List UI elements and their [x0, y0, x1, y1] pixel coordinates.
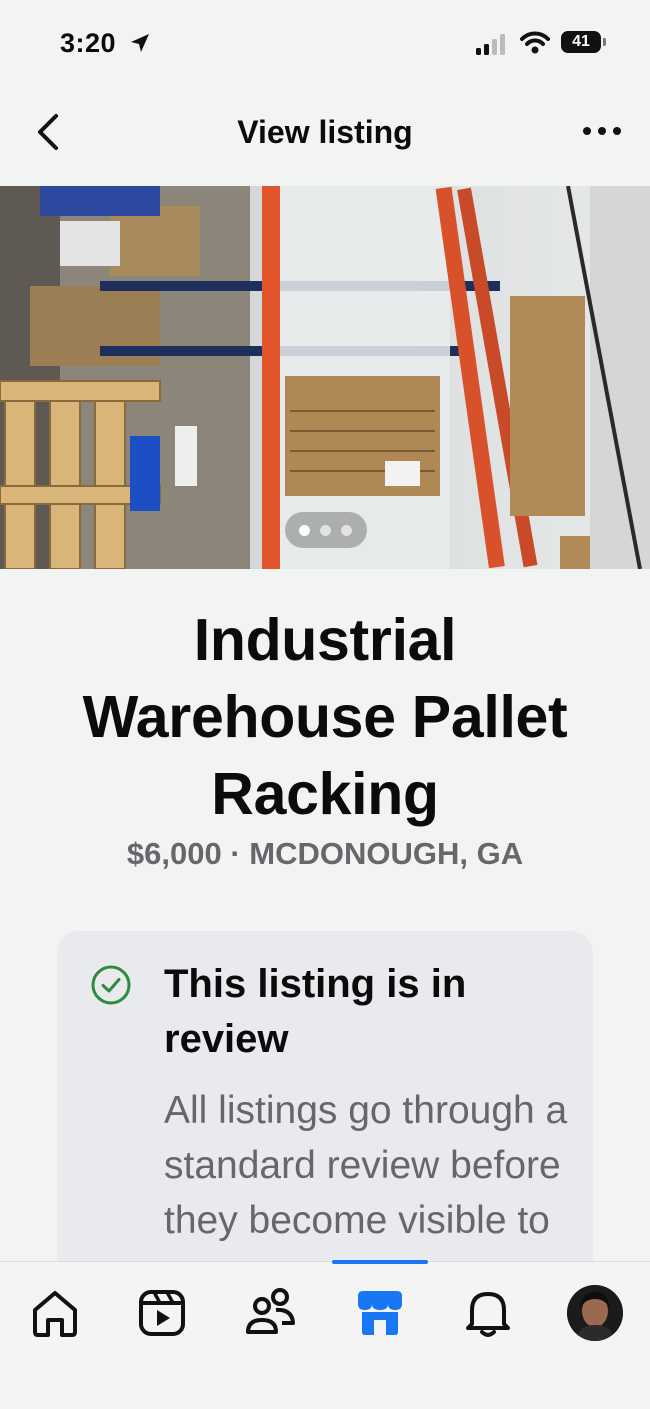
active-tab-indicator [332, 1260, 428, 1264]
wifi-icon [520, 31, 550, 54]
review-heading: This listing is in review [164, 962, 467, 1061]
profile-avatar[interactable] [567, 1285, 623, 1341]
listing-price-location: $6,000 · MCDONOUGH, GA [126, 836, 524, 871]
battery-cap [603, 38, 606, 46]
friends-icon[interactable] [240, 1282, 300, 1342]
battery-icon: 41 [561, 31, 601, 53]
home-icon[interactable] [25, 1282, 85, 1342]
status-time: 3:20 [60, 28, 117, 58]
location-arrow-icon [131, 34, 149, 52]
page-title: View listing [237, 114, 413, 150]
listing-photo[interactable] [0, 186, 650, 569]
more-options-button[interactable] [580, 122, 624, 142]
carousel-dot[interactable] [320, 525, 331, 536]
carousel-dots[interactable] [285, 512, 367, 548]
avatar-image [567, 1285, 623, 1341]
carousel-dot[interactable] [341, 525, 352, 536]
review-description: All listings go through a standard revie… [164, 1089, 568, 1242]
marketplace-icon[interactable] [350, 1282, 410, 1342]
video-icon[interactable] [132, 1282, 192, 1342]
cellular-signal-icon [476, 33, 510, 55]
check-circle-icon [91, 965, 131, 1005]
status-bar: 3:20 41 [0, 0, 650, 90]
carousel-dot-active[interactable] [299, 525, 310, 536]
bell-icon[interactable] [458, 1282, 518, 1342]
bottom-nav [0, 1260, 650, 1409]
header: View listing [0, 100, 650, 164]
listing-title: Industrial Warehouse Pallet Racking [82, 607, 568, 827]
more-horizontal-icon [583, 127, 591, 135]
